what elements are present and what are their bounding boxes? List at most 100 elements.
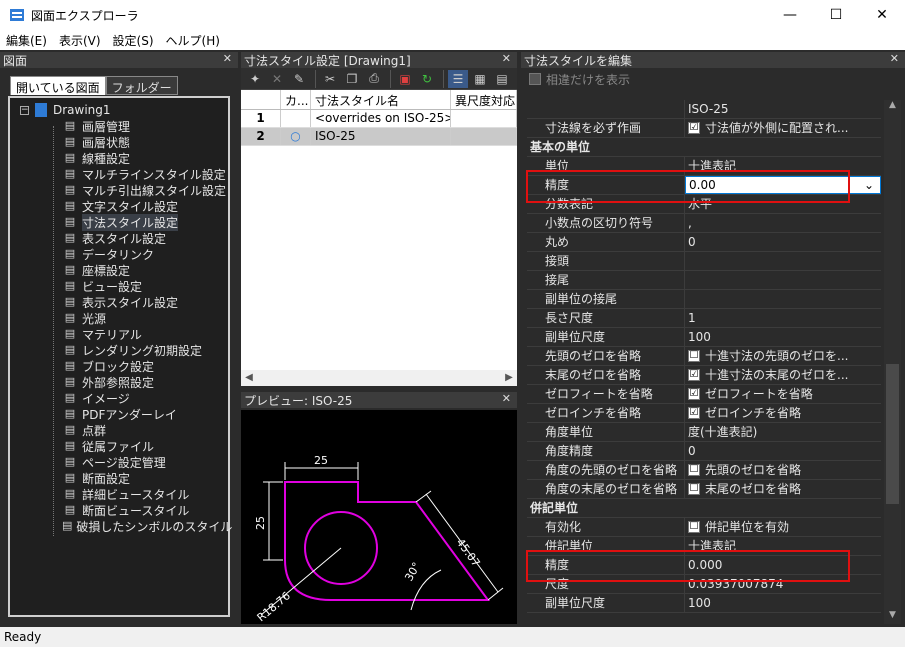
property-checkbox[interactable]: ☑	[688, 122, 700, 134]
property-checkbox[interactable]: ☐	[688, 350, 700, 362]
tab-folders[interactable]: フォルダー	[105, 76, 178, 95]
tree-item[interactable]: ▤ 断面設定	[62, 470, 228, 486]
property-row[interactable]: 角度の先頭のゼロを省略 ☐ 先頭のゼロを省略	[527, 461, 881, 480]
property-row[interactable]: 接尾	[527, 271, 881, 290]
property-row[interactable]: 接頭	[527, 252, 881, 271]
property-value[interactable]	[685, 290, 881, 308]
collapse-icon[interactable]: −	[20, 105, 29, 115]
property-row[interactable]: ゼロフィートを省略 ☑ ゼロフィートを省略	[527, 385, 881, 404]
property-row[interactable]: 先頭のゼロを省略 ☐ 十進寸法の先頭のゼロを...	[527, 347, 881, 366]
property-value[interactable]: ,	[685, 214, 881, 232]
property-row[interactable]: 副単位尺度 100	[527, 328, 881, 347]
list-view-icon[interactable]: ☰	[448, 69, 468, 88]
property-value[interactable]: ☑ ゼロインチを省略	[685, 404, 881, 422]
property-value[interactable]: 水平	[685, 195, 881, 213]
table-row[interactable]: 2 ○ ISO-25	[241, 128, 517, 146]
tree-item[interactable]: ▤ 文字スタイル設定	[62, 198, 228, 214]
maximize-button[interactable]: ☐	[813, 0, 859, 30]
property-value[interactable]: ☐ 先頭のゼロを省略	[685, 461, 881, 479]
property-row[interactable]: 有効化 ☐ 併記単位を有効	[527, 518, 881, 537]
menu-view[interactable]: 表示(V)	[53, 32, 107, 49]
detail-view-icon[interactable]: ▤	[492, 70, 512, 88]
close-icon[interactable]: ✕	[223, 52, 232, 65]
property-value[interactable]: 100	[685, 594, 881, 612]
tree-item[interactable]: ▤ 表示スタイル設定	[62, 294, 228, 310]
menu-help[interactable]: ヘルプ(H)	[160, 32, 226, 49]
property-checkbox[interactable]: ☑	[688, 407, 700, 419]
chevron-down-icon[interactable]: ⌄	[864, 177, 874, 193]
new-style-icon[interactable]: ✦	[245, 70, 265, 88]
close-icon[interactable]: ✕	[890, 52, 899, 65]
close-button[interactable]: ✕	[859, 0, 905, 30]
tree-item[interactable]: ▤ マテリアル	[62, 326, 228, 342]
property-value[interactable]: ☐ 併記単位を有効	[685, 518, 881, 536]
property-checkbox[interactable]: ☐	[688, 521, 700, 533]
property-value[interactable]: ☐ 十進寸法の先頭のゼロを...	[685, 347, 881, 365]
property-row[interactable]: 末尾のゼロを省略 ☑ 十進寸法の末尾のゼロを...	[527, 366, 881, 385]
tree-item[interactable]: ▤ 断面ビュースタイル	[62, 502, 228, 518]
diff-only-toggle[interactable]: 相違だけを表示	[521, 68, 905, 90]
refresh-icon[interactable]: ↻	[417, 70, 437, 88]
property-checkbox[interactable]: ☑	[688, 388, 700, 400]
set-current-icon[interactable]: ▣	[395, 70, 415, 88]
tree-item[interactable]: ▤ 座標設定	[62, 262, 228, 278]
property-value[interactable]: 0	[685, 442, 881, 460]
property-checkbox[interactable]: ☐	[688, 483, 700, 495]
tree-item[interactable]: ▤ 点群	[62, 422, 228, 438]
tree-item[interactable]: ▤ マルチ引出線スタイル設定	[62, 182, 228, 198]
horizontal-scrollbar[interactable]: ◀ ▶	[241, 370, 517, 386]
property-value[interactable]: 十進表記	[685, 537, 881, 555]
tree-item[interactable]: ▤ 詳細ビュースタイル	[62, 486, 228, 502]
tree-item[interactable]: ▤ 画層状態	[62, 134, 228, 150]
property-row[interactable]: 丸め 0	[527, 233, 881, 252]
table-row[interactable]: 1 <overrides on ISO-25>	[241, 110, 517, 128]
scroll-right-icon[interactable]: ▶	[501, 370, 517, 386]
tab-open-drawings[interactable]: 開いている図面	[10, 76, 106, 95]
property-row[interactable]: 精度 0.00 ⌄	[527, 176, 881, 195]
menu-edit[interactable]: 編集(E)	[0, 32, 53, 49]
property-row[interactable]: 分数表記 水平	[527, 195, 881, 214]
property-value[interactable]: 十進表記	[685, 157, 881, 175]
tree-item[interactable]: ▤ ビュー設定	[62, 278, 228, 294]
property-row[interactable]: ゼロインチを省略 ☑ ゼロインチを省略	[527, 404, 881, 423]
tree-item[interactable]: ▤ ページ設定管理	[62, 454, 228, 470]
property-value[interactable]: 0.03937007874	[685, 575, 881, 593]
property-value[interactable]: ☐ 末尾のゼロを省略	[685, 480, 881, 498]
property-value[interactable]: 1	[685, 309, 881, 327]
property-row[interactable]: 角度の末尾のゼロを省略 ☐ 末尾のゼロを省略	[527, 480, 881, 499]
scroll-down-icon[interactable]: ▼	[884, 610, 901, 624]
copy-icon[interactable]: ❐	[342, 70, 362, 88]
tree-item[interactable]: ▤ イメージ	[62, 390, 228, 406]
property-row[interactable]: 併記単位 十進表記	[527, 537, 881, 556]
tree-item[interactable]: ▤ PDFアンダーレイ	[62, 406, 228, 422]
rename-icon[interactable]: ✎	[289, 70, 309, 88]
property-value[interactable]: 0	[685, 233, 881, 251]
property-value[interactable]: 0.000	[685, 556, 881, 574]
tree-item[interactable]: ▤ 線種設定	[62, 150, 228, 166]
col-current[interactable]: カ...	[281, 90, 311, 109]
tree-item[interactable]: ▤ 破損したシンボルのスタイル	[62, 518, 232, 534]
col-style-name[interactable]: 寸法スタイル名	[311, 90, 451, 109]
tree-item[interactable]: ▤ ブロック設定	[62, 358, 228, 374]
property-value[interactable]: ☑ ゼロフィートを省略	[685, 385, 881, 403]
tree-item[interactable]: ▤ 寸法スタイル設定	[62, 213, 228, 231]
delete-icon[interactable]: ✕	[267, 70, 287, 88]
precision-dropdown[interactable]: 0.00 ⌄	[685, 176, 881, 194]
property-row[interactable]: 単位 十進表記	[527, 157, 881, 176]
cut-icon[interactable]: ✂	[320, 70, 340, 88]
menu-settings[interactable]: 設定(S)	[107, 32, 160, 49]
vertical-scrollbar[interactable]: ▲ ▼	[884, 100, 901, 624]
property-value[interactable]	[685, 271, 881, 289]
property-value[interactable]: 100	[685, 328, 881, 346]
tree-root-drawing1[interactable]: − Drawing1	[20, 102, 228, 118]
tree-item[interactable]: ▤ 画層管理	[62, 118, 228, 134]
property-row[interactable]: 副単位尺度 100	[527, 594, 881, 613]
property-value[interactable]: 度(十進表記)	[685, 423, 881, 441]
tree-item[interactable]: ▤ 表スタイル設定	[62, 230, 228, 246]
tree-item[interactable]: ▤ レンダリング初期設定	[62, 342, 228, 358]
property-row[interactable]: 長さ尺度 1	[527, 309, 881, 328]
property-checkbox[interactable]: ☑	[688, 369, 700, 381]
close-icon[interactable]: ✕	[502, 52, 511, 65]
property-checkbox[interactable]: ☐	[688, 464, 700, 476]
property-value[interactable]: ☑ 寸法値が外側に配置され...	[685, 119, 881, 137]
